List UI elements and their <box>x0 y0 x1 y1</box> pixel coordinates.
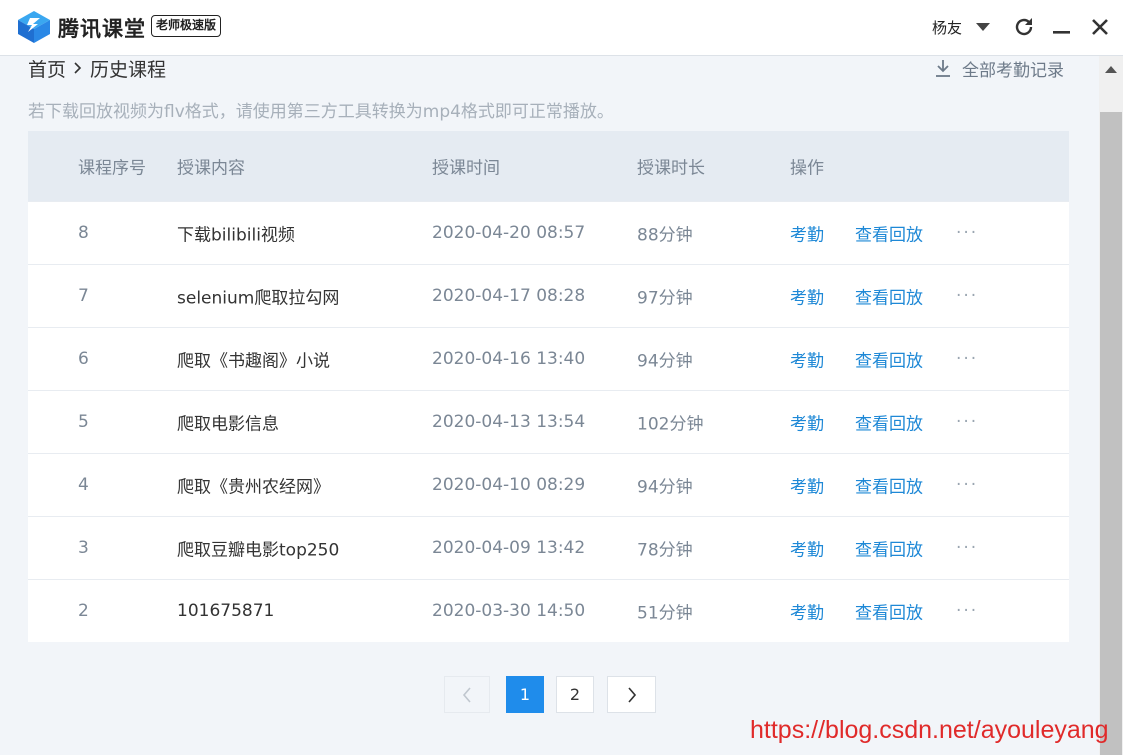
course-no: 8 <box>78 223 89 243</box>
minimize-icon[interactable] <box>1050 15 1074 39</box>
more-icon[interactable]: ··· <box>956 349 978 369</box>
course-time: 2020-04-13 13:54 <box>432 412 586 432</box>
scrollbar-thumb[interactable] <box>1100 112 1122 755</box>
course-no: 4 <box>78 475 89 495</box>
more-icon[interactable]: ··· <box>956 601 978 621</box>
more-icon[interactable]: ··· <box>956 223 978 243</box>
course-duration: 97分钟 <box>637 288 693 309</box>
chevron-left-icon <box>462 686 471 703</box>
attendance-link[interactable]: 考勤 <box>790 599 824 624</box>
course-no: 2 <box>78 601 89 621</box>
attendance-link[interactable]: 考勤 <box>790 410 824 435</box>
download-icon <box>936 60 950 77</box>
table-row: 4 爬取《贵州农经网》 2020-04-10 08:29 94分钟 考勤 查看回放 ··· <box>28 453 1069 516</box>
table-row: 3 爬取豆瓣电影top250 2020-04-09 13:42 78分钟 考勤 查看回放 ·… <box>28 516 1069 579</box>
more-icon[interactable]: ··· <box>956 538 978 558</box>
more-icon[interactable]: ··· <box>956 286 978 306</box>
chevron-down-icon[interactable] <box>976 23 990 31</box>
export-attendance-link[interactable]: 全部考勤记录 <box>934 56 1064 81</box>
course-time: 2020-04-20 08:57 <box>432 223 586 243</box>
course-content: 下载bilibili视频 <box>177 225 295 246</box>
close-icon[interactable] <box>1088 15 1112 39</box>
breadcrumb-current: 历史课程 <box>90 58 167 81</box>
course-duration: 94分钟 <box>637 351 693 372</box>
logo-icon <box>18 11 50 43</box>
header-operation: 操作 <box>790 158 824 179</box>
header-content: 授课内容 <box>177 158 245 179</box>
breadcrumb-home[interactable]: 首页 <box>28 55 66 82</box>
view-replay-link[interactable]: 查看回放 <box>855 473 923 498</box>
table-row: 6 爬取《书趣阁》小说 2020-04-16 13:40 94分钟 考勤 查看回放 ··· <box>28 327 1069 390</box>
page-button-1[interactable]: 1 <box>506 676 544 713</box>
attendance-link[interactable]: 考勤 <box>790 284 824 309</box>
header-time: 授课时间 <box>432 158 500 179</box>
course-time: 2020-04-09 13:42 <box>432 538 586 558</box>
course-time: 2020-03-30 14:50 <box>432 601 586 621</box>
breadcrumb: 首页 历史课程 <box>28 55 167 82</box>
header-course-no: 课程序号 <box>78 158 146 179</box>
view-replay-link[interactable]: 查看回放 <box>855 599 923 624</box>
course-duration: 51分钟 <box>637 603 693 624</box>
user-name[interactable]: 杨友 <box>932 17 962 38</box>
view-replay-link[interactable]: 查看回放 <box>855 347 923 372</box>
course-duration: 94分钟 <box>637 477 693 498</box>
table-row: 7 selenium爬取拉勾网 2020-04-17 08:28 97分钟 考勤 查看回放… <box>28 264 1069 327</box>
watermark: https://blog.csdn.net/ayouleyang <box>750 716 1109 744</box>
course-duration: 78分钟 <box>637 540 693 561</box>
view-replay-link[interactable]: 查看回放 <box>855 221 923 246</box>
course-content: 101675871 <box>177 601 275 621</box>
title-bar: 腾讯课堂 老师极速版 杨友 <box>0 0 1123 56</box>
course-content: 爬取《贵州农经网》 <box>177 477 330 498</box>
course-content: 爬取电影信息 <box>177 414 279 435</box>
app-name: 腾讯课堂 <box>58 17 146 41</box>
edition-badge: 老师极速版 <box>151 15 222 37</box>
view-replay-link[interactable]: 查看回放 <box>855 284 923 309</box>
course-time: 2020-04-17 08:28 <box>432 286 586 306</box>
refresh-icon[interactable] <box>1012 15 1036 39</box>
course-duration: 88分钟 <box>637 225 693 246</box>
table-row: 5 爬取电影信息 2020-04-13 13:54 102分钟 考勤 查看回放 ··· <box>28 390 1069 453</box>
attendance-link[interactable]: 考勤 <box>790 473 824 498</box>
course-no: 5 <box>78 412 89 432</box>
course-no: 7 <box>78 286 89 306</box>
notice-text: 若下载回放视频为flv格式，请使用第三方工具转换为mp4格式即可正常播放。 <box>28 102 614 122</box>
course-content: selenium爬取拉勾网 <box>177 288 340 309</box>
table-row: 8 下载bilibili视频 2020-04-20 08:57 88分钟 考勤 查看回放 ·… <box>28 201 1069 264</box>
view-replay-link[interactable]: 查看回放 <box>855 536 923 561</box>
scroll-up-icon[interactable] <box>1105 66 1117 73</box>
view-replay-link[interactable]: 查看回放 <box>855 410 923 435</box>
vertical-scrollbar[interactable] <box>1099 56 1123 755</box>
attendance-link[interactable]: 考勤 <box>790 347 824 372</box>
course-no: 3 <box>78 538 89 558</box>
course-no: 6 <box>78 349 89 369</box>
table-row: 2 101675871 2020-03-30 14:50 51分钟 考勤 查看回放 ··· <box>28 579 1069 642</box>
course-content: 爬取《书趣阁》小说 <box>177 351 330 372</box>
header-duration: 授课时长 <box>637 158 705 179</box>
page-button-2[interactable]: 2 <box>556 676 594 713</box>
course-time: 2020-04-10 08:29 <box>432 475 586 495</box>
more-icon[interactable]: ··· <box>956 412 978 432</box>
more-icon[interactable]: ··· <box>956 475 978 495</box>
course-content: 爬取豆瓣电影top250 <box>177 540 340 561</box>
course-time: 2020-04-16 13:40 <box>432 349 586 369</box>
export-attendance-label: 全部考勤记录 <box>962 60 1064 81</box>
course-duration: 102分钟 <box>637 414 704 435</box>
history-course-table: 课程序号 授课内容 授课时间 授课时长 操作 8 下载bilibili视频 2020… <box>28 131 1069 642</box>
next-page-button[interactable] <box>607 676 656 713</box>
table-header: 课程序号 授课内容 授课时间 授课时长 操作 <box>28 131 1069 201</box>
attendance-link[interactable]: 考勤 <box>790 536 824 561</box>
chevron-right-icon <box>74 62 82 74</box>
chevron-right-icon <box>627 686 636 703</box>
prev-page-button[interactable] <box>444 676 490 713</box>
attendance-link[interactable]: 考勤 <box>790 221 824 246</box>
